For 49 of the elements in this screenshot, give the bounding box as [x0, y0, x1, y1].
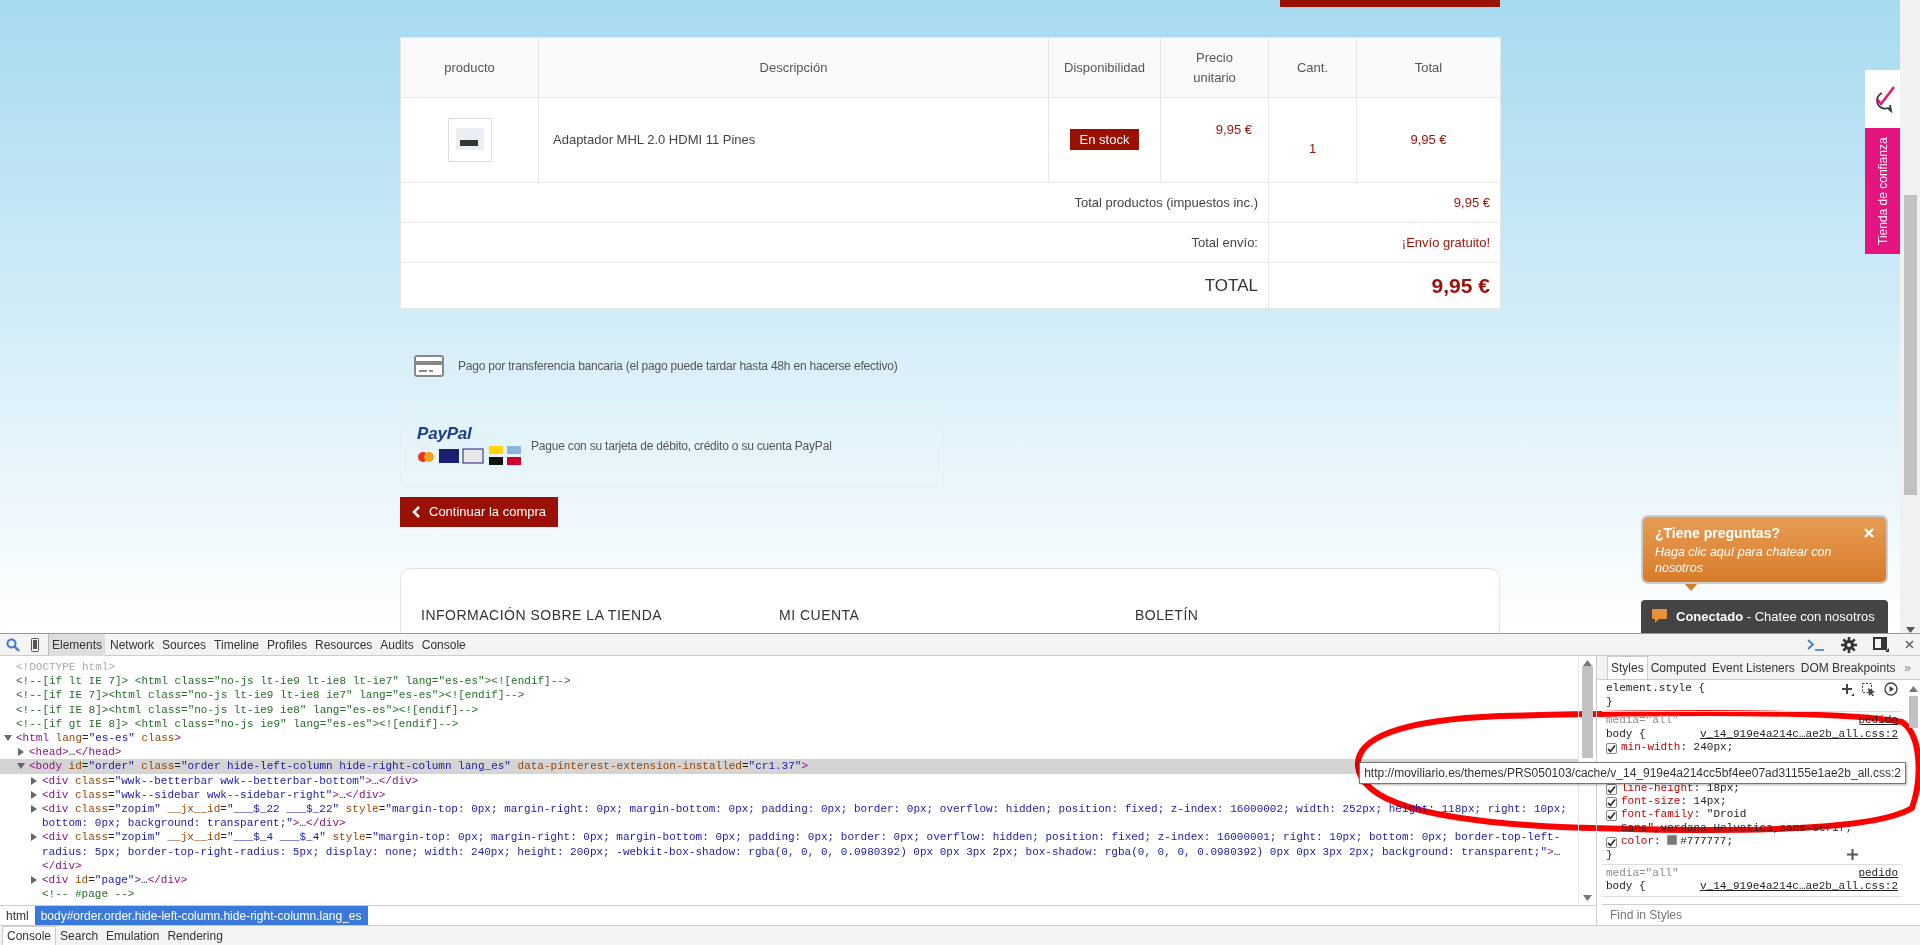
summary-label: Total productos (impuestos inc.) [1074, 194, 1258, 210]
dom-node-text: <!--[if lt IE 7]> <html class="no-js lt-ie9 lt-ie8 lt-ie7" lang="es-es"><![endif]--> [16, 674, 571, 689]
dom-node-text: <body id="order" class="order hide-left-column hide-right-column lang_es" data-pinterest-extension-installed="cr1.37"> [29, 759, 808, 774]
unit-price: 9,95 € [1215, 122, 1252, 137]
line-total: 9,95 € [1410, 132, 1447, 148]
dom-node-text: <head>…</head> [29, 745, 122, 760]
dom-node-text: <div id="page">…</div> [42, 873, 188, 888]
column-header: Total [1356, 37, 1501, 98]
footer-heading: BOLETÍN [1135, 605, 1200, 625]
summary-value: 9,95 € [1453, 194, 1490, 210]
footer-heading: MI CUENTA [779, 605, 861, 625]
summary-label: Total envío: [1191, 234, 1258, 250]
availability-badge: En stock [1069, 129, 1140, 151]
chat-status: Conectado - Chatee con nosotros [1676, 607, 1875, 626]
rule-close-brace: } [1606, 848, 1613, 863]
summary-value: 9,95 € [1431, 273, 1490, 297]
media-query: media="all" [1606, 714, 1679, 728]
column-header: Descripción [538, 37, 1049, 98]
paypal-logo: PayPal [417, 424, 473, 442]
rule-selector: body { [1606, 880, 1646, 894]
dom-node-text: <div class="wwk--sidebar wwk--sidebar-right">…</div> [42, 787, 386, 803]
dom-node-text: <!-- #page --> [42, 887, 135, 902]
dom-node-text: <!--[if IE 8]><html class="no-js lt-ie9 ie8" lang="es-es"><![endif]--> [16, 702, 479, 717]
summary-value: ¡Envío gratuito! [1401, 234, 1490, 250]
chat-message: Haga clic aquí para chatear con nosotros [1655, 543, 1833, 576]
css-declaration: font-size: 14px; [1621, 795, 1727, 809]
dom-node-text: <div class="zopim" __jx__id="___$_4 ___$_4" style="margin-top: 0px; margin-right: 0px; margin-bottom: 0px; padding: 0px; border: 0px; overflow: hidden; position: fixed; z-index: 16000001; right: 10px; bottom: 0px; border-top-left-radius: 5px; border-top-right-radius: 5px; display: none; width: 240px; height: 200px; -webkit-box-shadow: rgba(0, 0, 0, 0.0980392) 0px 0px 3px 2px; box-shadow: rgba(0, 0, 0, 0.0980392) 0px 0px 3px 2px; background: transparent;">…</div> [42, 830, 1562, 874]
product-description: Adaptador MHL 2.0 HDMI 11 Pines [538, 97, 1049, 183]
dom-node-text: <!--[if IE 7]><html class="no-js lt-ie9 lt-ie8 ie7" lang="es-es"><![endif]--> [16, 688, 525, 703]
column-header: producto [400, 37, 539, 98]
summary-label: TOTAL [1204, 275, 1258, 295]
rule-selector: body { [1606, 727, 1646, 742]
column-header: Cant. [1268, 37, 1357, 98]
column-header: Disponibilidad [1048, 37, 1161, 98]
rule-close-brace: } [1606, 696, 1614, 710]
css-declaration: line-height: 18px; [1621, 781, 1740, 796]
footer-heading: INFORMACIÓN SOBRE LA TIENDA [421, 605, 664, 625]
dom-node-text: <!DOCTYPE html> [16, 660, 116, 675]
media-query: media="all" [1606, 867, 1679, 881]
chat-title: ¿Tiene preguntas? [1655, 523, 1780, 543]
css-declaration: min-width: 240px; [1621, 741, 1734, 755]
dom-node-text: <div class="wwk--betterbar wwk--betterbar-bottom">…</div> [42, 773, 419, 788]
rule-selector: element.style { [1606, 682, 1706, 696]
dom-node-text: <html lang="es-es" class> [16, 731, 182, 746]
quantity: 1 [1308, 141, 1317, 157]
link-tooltip: http://moviliario.es/themes/PRS050103/cache/v_14_919e4a214cc5bf4ee07ad31155e1ae2b_all.css:2 [1359, 762, 1906, 784]
css-declaration: color: #777777; [1621, 835, 1734, 849]
dom-node-text: <!--[if gt IE 8]> <html class="no-js ie9" lang="es-es"><![endif]--> [16, 716, 459, 731]
column-header: Precio unitario [1160, 37, 1269, 98]
